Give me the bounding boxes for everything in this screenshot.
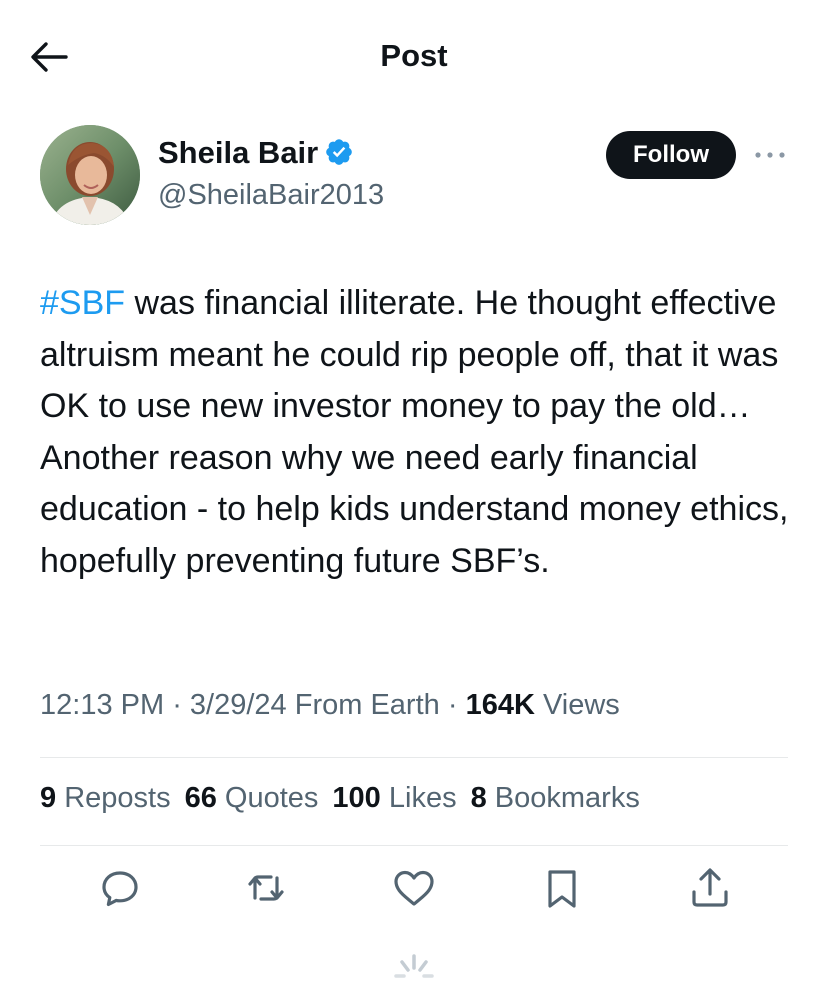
meta-separator: · xyxy=(164,689,190,721)
bookmark-button[interactable] xyxy=(538,864,586,912)
likes-stat[interactable]: 100 Likes xyxy=(332,782,456,815)
post-time[interactable]: 12:13 PM xyxy=(40,689,164,721)
repost-icon xyxy=(248,875,284,901)
verified-badge-icon xyxy=(324,137,354,167)
reply-button[interactable] xyxy=(96,864,144,912)
bookmark-icon xyxy=(548,870,576,908)
divider xyxy=(40,757,788,758)
repost-button[interactable] xyxy=(242,864,290,912)
page-title: Post xyxy=(380,38,448,73)
quotes-label: Quotes xyxy=(216,782,319,814)
author-name-row[interactable]: Sheila Bair xyxy=(158,135,354,171)
follow-button[interactable]: Follow xyxy=(606,131,736,179)
like-button[interactable] xyxy=(390,864,438,912)
quotes-stat[interactable]: 66 Quotes xyxy=(185,782,319,815)
post-source: From Earth xyxy=(286,689,440,721)
more-horizontal-icon xyxy=(755,152,785,158)
hashtag-link[interactable]: #SBF xyxy=(40,284,125,322)
likes-count: 100 xyxy=(332,782,381,814)
reply-icon xyxy=(102,871,138,907)
action-bar xyxy=(0,864,828,920)
reposts-count: 9 xyxy=(40,782,57,814)
divider xyxy=(40,845,788,846)
author-row: Sheila Bair @SheilaBair2013 Follow xyxy=(40,125,800,225)
top-bar: Post xyxy=(0,0,828,110)
bookmarks-stat[interactable]: 8 Bookmarks xyxy=(471,782,640,815)
views-count: 164K xyxy=(465,689,535,721)
more-button[interactable] xyxy=(752,145,788,165)
quotes-count: 66 xyxy=(184,782,217,814)
share-icon xyxy=(692,868,728,907)
author-handle[interactable]: @SheilaBair2013 xyxy=(158,179,384,212)
meta-separator: · xyxy=(439,689,466,721)
post-body: was financial illiterate. He thought eff… xyxy=(40,284,789,580)
post-stats: 9 Reposts 66 Quotes 100 Likes 8 Bookmarks xyxy=(40,782,654,815)
likes-label: Likes xyxy=(380,782,457,814)
views-label: Views xyxy=(534,689,620,721)
share-button[interactable] xyxy=(686,864,734,912)
post-date[interactable]: 3/29/24 xyxy=(190,689,287,721)
heart-icon xyxy=(394,870,434,906)
bookmarks-label: Bookmarks xyxy=(486,782,640,814)
display-name: Sheila Bair xyxy=(158,135,319,170)
loading-spinner-icon xyxy=(394,952,434,980)
avatar-photo xyxy=(40,125,140,225)
post-text: #SBF was financial illiterate. He though… xyxy=(40,278,800,587)
bookmarks-count: 8 xyxy=(470,782,487,814)
reposts-label: Reposts xyxy=(56,782,171,814)
post-meta: 12:13 PM · 3/29/24 From Earth · 164K Vie… xyxy=(40,689,620,722)
reposts-stat[interactable]: 9 Reposts xyxy=(40,782,171,815)
avatar[interactable] xyxy=(40,125,140,225)
